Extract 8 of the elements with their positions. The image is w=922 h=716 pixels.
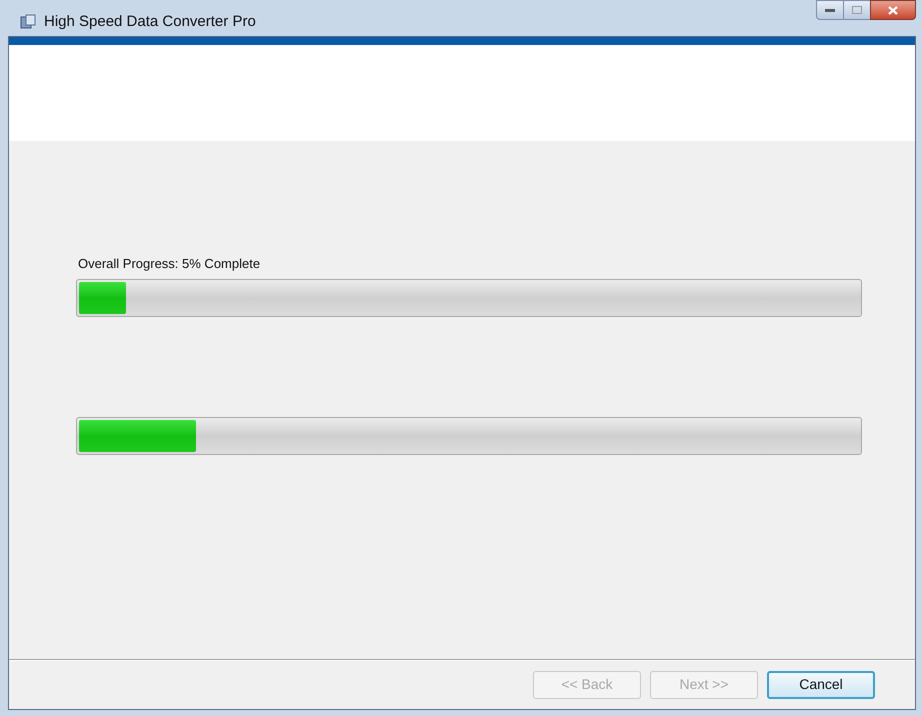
progress-label: Overall Progress: 5% Complete (78, 255, 262, 273)
close-icon (888, 6, 898, 14)
window-title: High Speed Data Converter Pro (44, 12, 256, 32)
wizard-button[interactable]: Cancel (767, 670, 875, 698)
app-icon (20, 14, 36, 30)
close-button[interactable] (870, 0, 916, 20)
maximize-button[interactable] (844, 0, 870, 20)
minimize-button[interactable] (816, 0, 844, 20)
